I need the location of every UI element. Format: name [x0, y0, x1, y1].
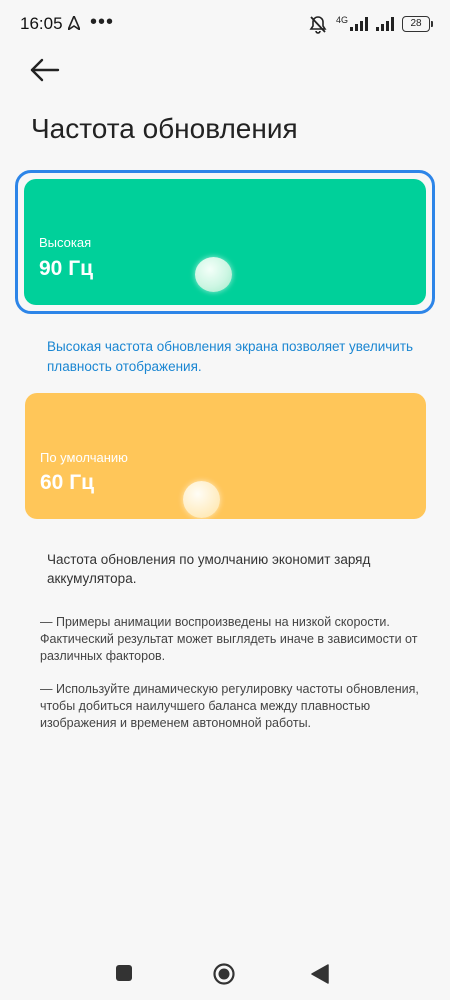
status-bar: 16:05 ••• 4G 28 [0, 0, 450, 48]
page-title: Частота обновления [31, 113, 298, 144]
option-default-rate-label: 60 Гц [40, 471, 95, 494]
square-icon[interactable] [116, 965, 132, 981]
triangle-back-icon[interactable] [311, 964, 329, 984]
option-high-mode-label: Высокая [39, 235, 92, 250]
system-navigation-bar [0, 950, 450, 1000]
network-type-label: 4G [335, 15, 348, 25]
status-right-icons: 4G 28 [308, 13, 433, 35]
option-high-rate-label: 90 Гц [39, 257, 94, 280]
navigation-arrow-icon [68, 16, 80, 30]
signal-strength-icon-sim2 [376, 17, 394, 31]
note-animation-speed: — Примеры анимации воспроизведены на низ… [40, 615, 418, 663]
signal-strength-icon [350, 17, 368, 31]
animation-ball-icon [195, 257, 232, 292]
note-dynamic-refresh: — Используйте динамическую регулировку ч… [40, 682, 419, 730]
option-high-refresh-card[interactable]: Высокая 90 Гц [24, 179, 426, 305]
battery-icon: 28 [402, 16, 433, 32]
default-refresh-description: Частота обновления по умолчанию экономит… [47, 552, 371, 586]
option-default-refresh-card[interactable]: По умолчанию 60 Гц [25, 393, 426, 519]
battery-level: 28 [410, 18, 422, 29]
high-refresh-description: Высокая частота обновления экрана позвол… [47, 339, 414, 374]
option-default-mode-label: По умолчанию [40, 450, 128, 465]
arrow-left-icon [30, 58, 60, 82]
back-button[interactable] [28, 56, 64, 86]
animation-ball-icon [183, 481, 220, 518]
silent-mode-icon [309, 16, 327, 34]
signal-group-1: 4G [335, 15, 368, 31]
status-time: 16:05 [20, 14, 63, 33]
circle-home-icon[interactable] [213, 963, 235, 985]
more-notifications-icon: ••• [90, 11, 115, 33]
